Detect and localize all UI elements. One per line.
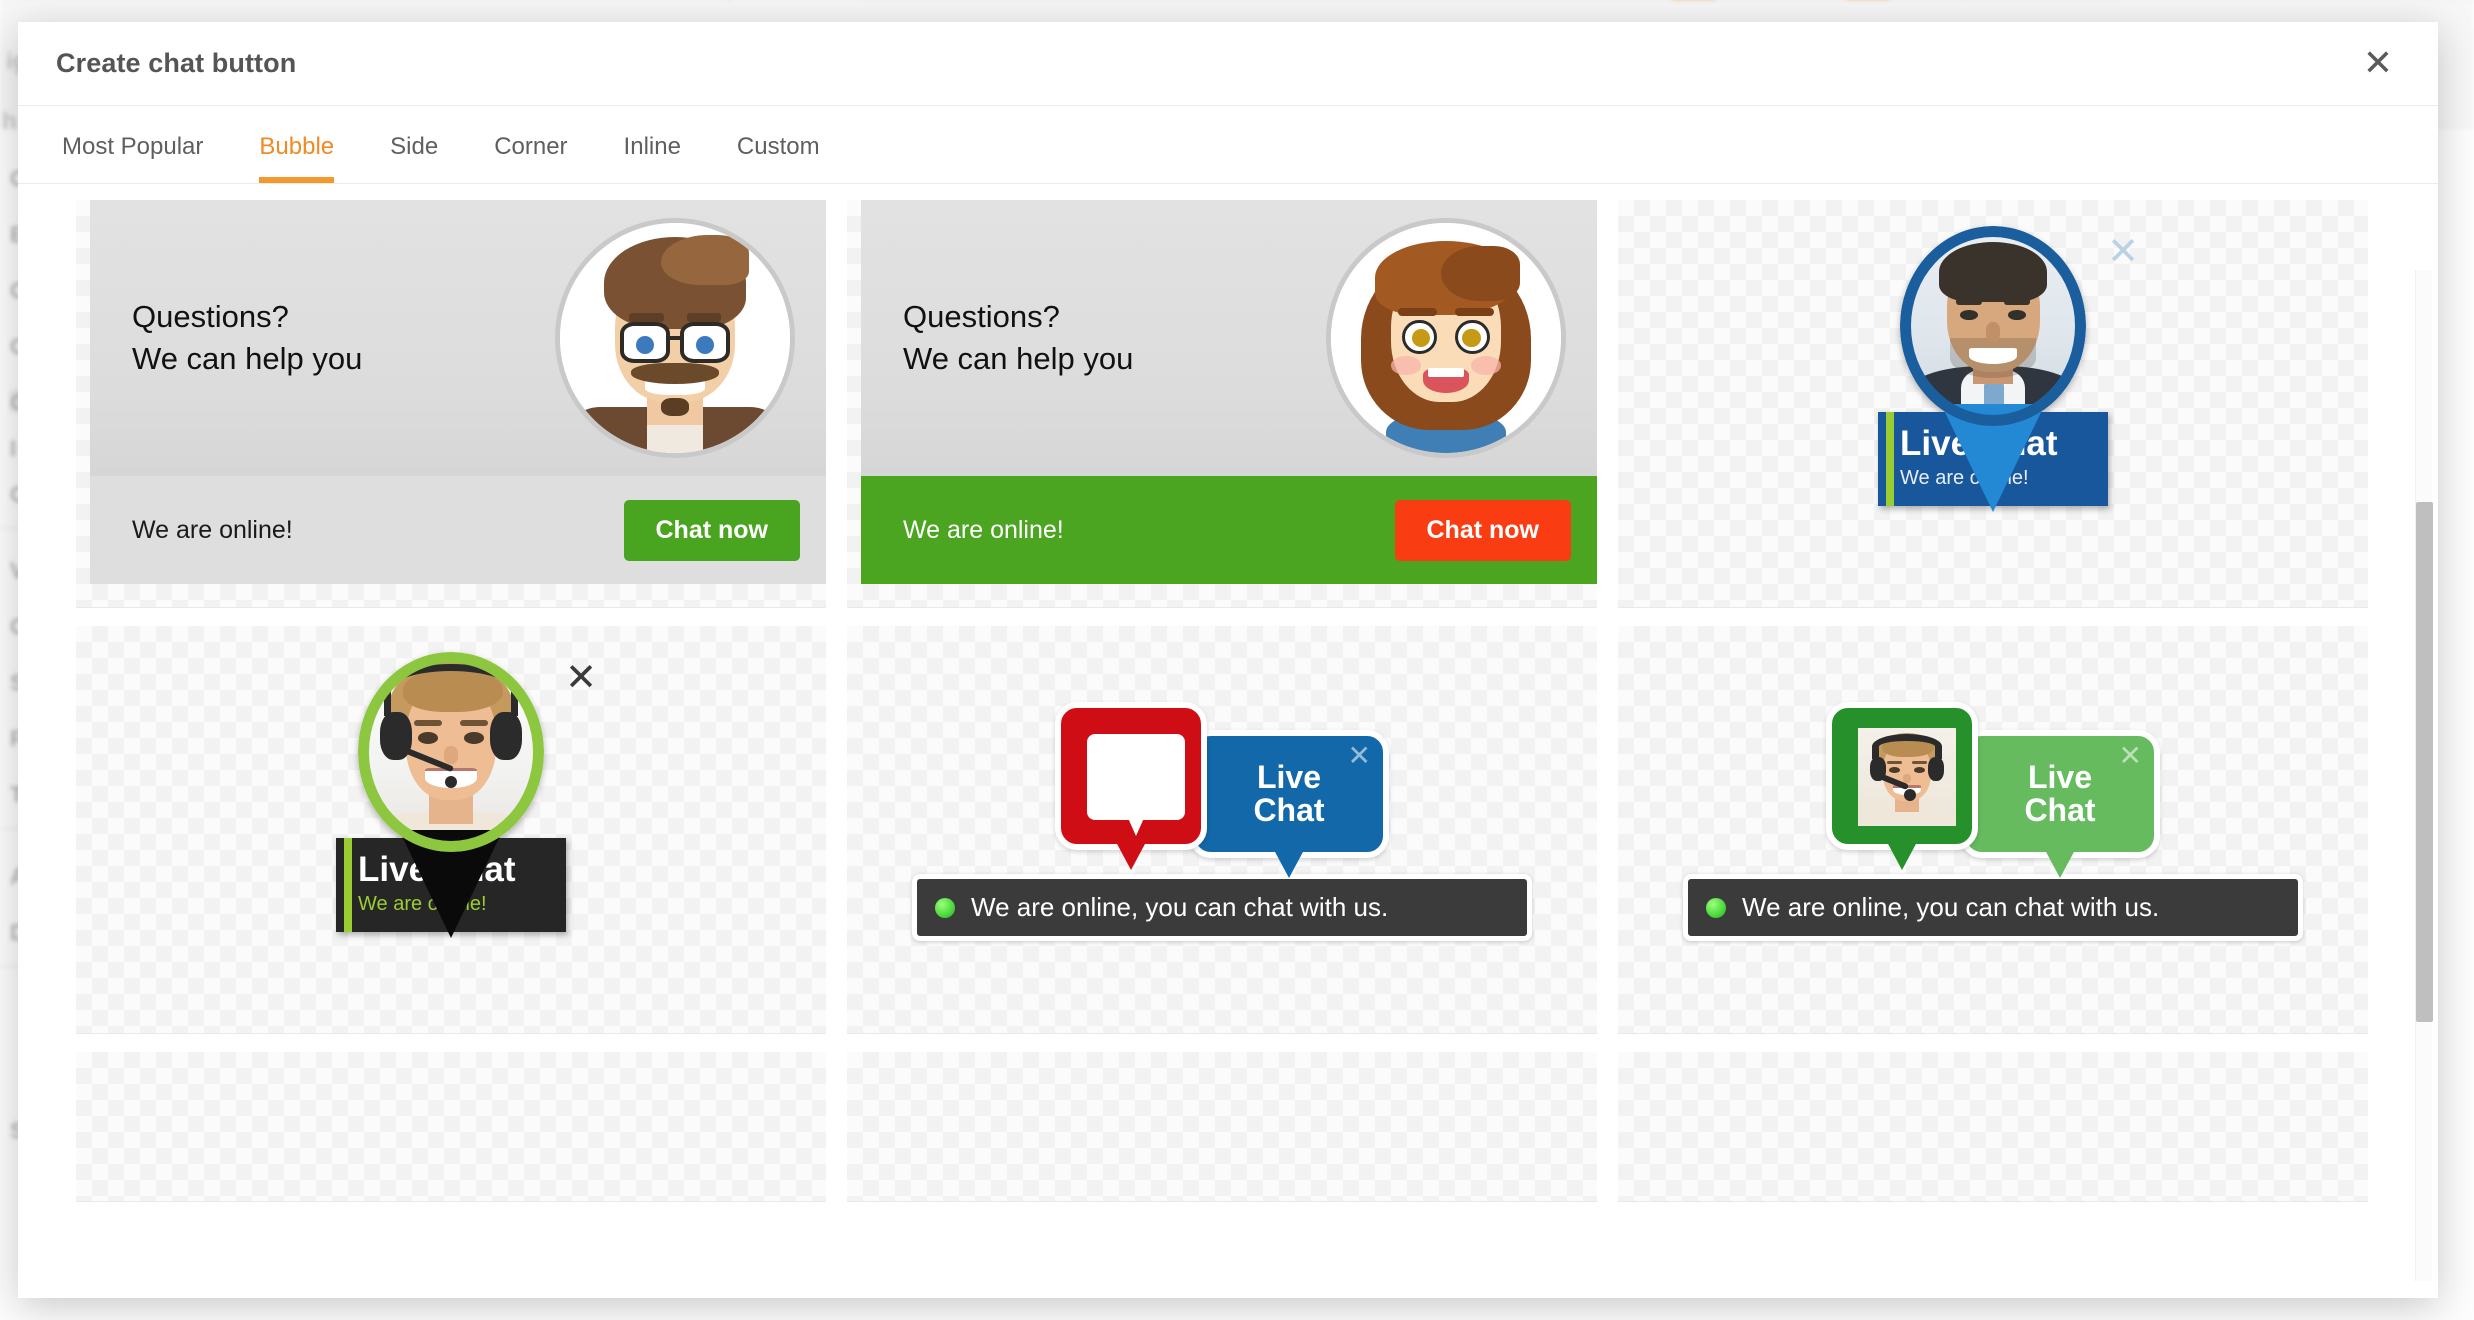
woman-headset-thumbnail[interactable] <box>1826 702 1978 850</box>
live-chat-bubble[interactable]: Live Chat ✕ <box>1189 730 1389 858</box>
tab-custom[interactable]: Custom <box>737 133 820 183</box>
create-chat-button-modal: Create chat button ✕ Most Popular Bubble… <box>18 22 2438 1298</box>
man-suit-avatar <box>1900 226 2086 426</box>
tab-most-popular[interactable]: Most Popular <box>62 133 203 183</box>
template-card-bubble-green[interactable]: Live Chat ✕ We are online, you can chat … <box>1618 626 2368 1034</box>
template-card-pin-black[interactable]: ✕ Live Chat We are online! <box>76 626 826 1034</box>
widget-footer: We are online! Chat now <box>90 476 826 584</box>
widget-heading-line1: Questions? <box>903 296 1133 338</box>
close-icon[interactable]: ✕ <box>2358 44 2398 84</box>
widget-pin-blue: ✕ Live Chat We are online! <box>1793 226 2193 506</box>
bubble-label: Live Chat <box>1253 761 1324 826</box>
widget-heading-line2: We can help you <box>903 338 1133 380</box>
grid-scrollbar[interactable] <box>2415 270 2432 1281</box>
template-card-questions-green[interactable]: Questions? We can help you <box>847 200 1597 608</box>
chat-now-button[interactable]: Chat now <box>624 500 801 561</box>
online-status-dot-icon <box>1706 898 1726 918</box>
widget-heading-line2: We can help you <box>132 338 362 380</box>
map-pin: ✕ <box>351 652 551 852</box>
grid-scrollbar-thumb[interactable] <box>2416 502 2433 1022</box>
map-pin: ✕ <box>1893 226 2093 426</box>
online-status-bar: We are online, you can chat with us. <box>1683 874 2303 941</box>
widget-heading-line1: Questions? <box>132 296 362 338</box>
bubble-row: Live Chat ✕ <box>1673 702 2313 862</box>
avatar-illustration <box>1331 223 1561 453</box>
close-icon[interactable]: ✕ <box>1348 742 1371 770</box>
template-card-placeholder-3[interactable] <box>1618 1052 2368 1202</box>
bubble-label-line2: Chat <box>2024 792 2095 828</box>
close-icon[interactable]: ✕ <box>2107 232 2139 270</box>
bubble-row: Live Chat ✕ <box>902 702 1542 862</box>
close-icon[interactable]: ✕ <box>565 658 597 696</box>
tab-side[interactable]: Side <box>390 133 438 183</box>
widget-footer: We are online! Chat now <box>861 476 1597 584</box>
avatar-photo <box>1858 728 1956 826</box>
online-status-bar: We are online, you can chat with us. <box>912 874 1532 941</box>
widget-double-bubble-green: Live Chat ✕ We are online, you can chat … <box>1673 702 2313 941</box>
close-icon[interactable]: ✕ <box>2119 742 2142 770</box>
online-status-dot-icon <box>935 898 955 918</box>
widget-heading: Questions? We can help you <box>132 296 362 379</box>
widget-questions-grey: Questions? We can help you <box>90 200 826 584</box>
speech-bubble-icon[interactable] <box>1055 702 1207 850</box>
tab-inline[interactable]: Inline <box>624 133 681 183</box>
bubble-label-line1: Live <box>2028 759 2092 795</box>
woman-headset-avatar <box>358 652 544 852</box>
modal-body: Most Popular Bubble Side Corner Inline C… <box>18 106 2438 1298</box>
modal-header: Create chat button ✕ <box>18 22 2438 106</box>
widget-pin-black: ✕ Live Chat We are online! <box>251 652 651 932</box>
tab-bubble[interactable]: Bubble <box>259 133 334 183</box>
widget-body: Questions? We can help you <box>861 200 1597 476</box>
template-card-questions-grey[interactable]: Questions? We can help you <box>76 200 826 608</box>
tab-corner[interactable]: Corner <box>494 133 567 183</box>
template-category-tabs: Most Popular Bubble Side Corner Inline C… <box>18 106 2438 184</box>
template-card-bubble-red-blue[interactable]: Live Chat ✕ We are online, you can chat … <box>847 626 1597 1034</box>
template-card-pin-blue[interactable]: ✕ Live Chat We are online! <box>1618 200 2368 608</box>
status-badge: We are online! <box>132 516 293 545</box>
bubble-label: Live Chat <box>2024 761 2095 826</box>
template-card-placeholder-2[interactable] <box>847 1052 1597 1202</box>
template-card-placeholder-1[interactable] <box>76 1052 826 1202</box>
bubble-label-line1: Live <box>1257 759 1321 795</box>
widget-questions-green: Questions? We can help you <box>861 200 1597 584</box>
bubble-label-line2: Chat <box>1253 792 1324 828</box>
template-grid: Questions? We can help you <box>18 184 2412 1202</box>
status-badge: We are online! <box>903 516 1064 545</box>
status-badge: We are online, you can chat with us. <box>1742 892 2159 923</box>
page-title: Create chat button <box>56 48 296 79</box>
live-chat-bubble[interactable]: Live Chat ✕ <box>1960 730 2160 858</box>
widget-heading: Questions? We can help you <box>903 296 1133 379</box>
widget-double-bubble-red-blue: Live Chat ✕ We are online, you can chat … <box>902 702 1542 941</box>
chat-now-button[interactable]: Chat now <box>1395 500 1572 561</box>
template-grid-scroll-area: Questions? We can help you <box>18 184 2438 1297</box>
widget-body: Questions? We can help you <box>90 200 826 476</box>
status-badge: We are online, you can chat with us. <box>971 892 1388 923</box>
pin-ring <box>1900 226 2086 426</box>
woman-illustration-avatar <box>1326 218 1566 458</box>
pin-ring <box>358 652 544 852</box>
man-hipster-avatar <box>555 218 795 458</box>
avatar-illustration <box>560 223 790 453</box>
speech-bubble-glyph <box>1087 734 1185 820</box>
